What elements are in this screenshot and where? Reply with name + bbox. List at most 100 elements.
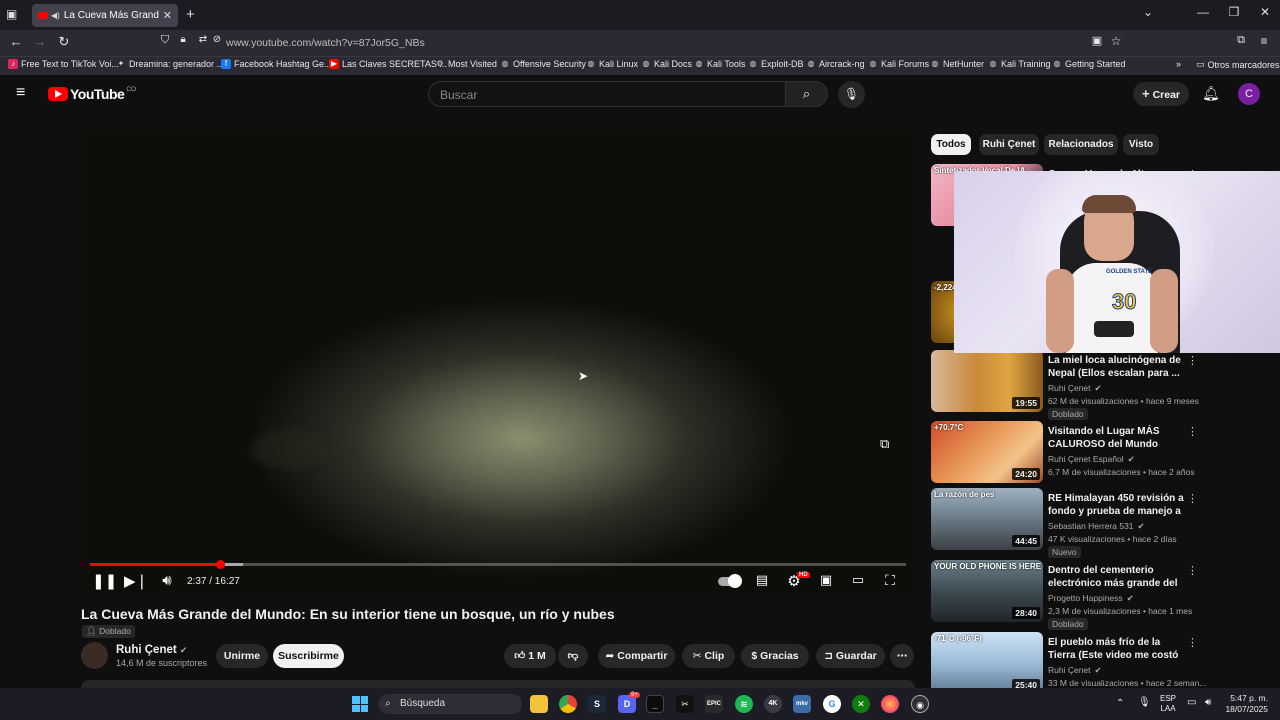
share-button[interactable]: ➦ Compartir [598, 644, 675, 668]
voice-search-button[interactable]: 🎙︎ [838, 81, 865, 108]
theater-mode-button[interactable]: ▭ [846, 572, 870, 588]
related-channel[interactable]: Progetto Happiness ✔ [1048, 593, 1134, 604]
4k-downloader-icon[interactable]: 4K [764, 695, 782, 713]
next-button[interactable]: ▶❘ [124, 572, 148, 590]
menu-icon[interactable]: ≡ [1255, 34, 1273, 48]
shield-icon[interactable]: ⛉ [156, 34, 174, 47]
firefox-icon[interactable] [881, 695, 899, 713]
volume-icon[interactable]: 🔊︎ [155, 572, 179, 589]
join-button[interactable]: Unirme [216, 644, 268, 668]
steam-icon[interactable]: S [588, 695, 606, 713]
notifications-bell-icon[interactable]: 🔔︎ [1202, 85, 1220, 102]
url-bar[interactable]: www.youtube.com/watch?v=87Jor5G_NBs [226, 37, 425, 49]
close-tab-icon[interactable]: ✕ [163, 9, 172, 22]
minimize-button[interactable]: — [1188, 5, 1218, 19]
browser-tab-active[interactable]: ◀) La Cueva Más Grande del M ✕ [32, 4, 178, 27]
miniplayer-button[interactable]: ▣ [814, 572, 838, 588]
subscribe-button[interactable]: Suscribirme [273, 644, 344, 668]
hamburger-menu-icon[interactable]: ≡ [16, 84, 25, 102]
pip-toggle-icon[interactable]: ▣ [1088, 34, 1106, 47]
bookmark-item[interactable]: ◍ Kali Docs [641, 59, 693, 69]
speaker-tray-icon[interactable]: 🔊︎ [1205, 697, 1211, 708]
media-player-icon[interactable]: mkv [793, 695, 811, 713]
related-thumbnail[interactable]: 19:55 [931, 350, 1043, 412]
taskbar-clock[interactable]: 5:47 p. m. 18/07/2025 [1222, 693, 1268, 715]
bookmark-item[interactable]: ⚙ Most Visited [435, 59, 496, 69]
xbox-icon[interactable]: ✕ [852, 695, 870, 713]
filter-chip[interactable]: Ruhi Çenet [979, 134, 1039, 155]
filter-chip[interactable]: Visto [1123, 134, 1159, 155]
other-bookmarks[interactable]: ▭ Otros marcadores [1196, 59, 1280, 70]
close-window-button[interactable]: ✕ [1250, 5, 1280, 19]
related-channel[interactable]: Sebastian Herrera 531 ✔ [1048, 521, 1145, 532]
progress-scrubber-handle[interactable] [215, 560, 225, 569]
related-thumbnail[interactable]: +70.7°C 24:20 [931, 421, 1043, 483]
filter-chip[interactable]: Relacionados [1044, 134, 1118, 155]
tray-overflow-icon[interactable]: ⌃ [1116, 698, 1124, 709]
bookmark-item[interactable]: ◍ NetHunter [930, 59, 985, 69]
related-thumbnail[interactable]: -71°C (-96°F) 25:40 [931, 632, 1043, 694]
more-options-icon[interactable]: ⋮ [1187, 636, 1198, 649]
search-input[interactable]: Buscar [428, 81, 786, 107]
more-options-icon[interactable]: ⋮ [1187, 425, 1198, 438]
fullscreen-button[interactable]: ⛶ [878, 572, 902, 589]
bookmark-item[interactable]: ✦ Dreamina: generador ... [116, 59, 224, 69]
reload-icon[interactable]: ↻ [55, 34, 73, 50]
terminal-icon[interactable]: _ [646, 695, 664, 713]
network-icon[interactable]: ▭ [1187, 697, 1196, 708]
description-box[interactable] [81, 680, 915, 688]
mic-tray-icon[interactable]: 🎙︎ [1138, 697, 1151, 708]
pause-button[interactable]: ❚❚ [92, 572, 117, 590]
speaker-icon[interactable]: ◀) [51, 11, 60, 20]
language-indicator[interactable]: ESP LAA [1160, 694, 1176, 714]
bookmark-item[interactable]: ♪ Free Text to TikTok Voi... [8, 59, 119, 69]
capcut-icon[interactable]: ✂ [676, 695, 694, 713]
video-player[interactable] [81, 129, 915, 596]
search-button[interactable]: ⌕ [786, 81, 828, 107]
bookmark-item[interactable]: ◍ Kali Training [988, 59, 1051, 69]
file-explorer-icon[interactable] [530, 695, 548, 713]
forward-arrow-icon[interactable]: → [31, 34, 49, 49]
dislike-button[interactable]: 👎︎ [558, 644, 588, 668]
bookmark-item[interactable]: ◍ Kali Forums [868, 59, 930, 69]
channel-avatar[interactable] [81, 642, 108, 669]
lock-icon[interactable]: 🔒︎ [174, 34, 192, 45]
tab-overflow-chevron-icon[interactable]: ⌄ [1133, 5, 1163, 19]
epic-games-icon[interactable]: EPIC [705, 695, 723, 713]
more-options-icon[interactable]: ⋮ [1187, 492, 1198, 505]
more-actions-button[interactable]: ⋯ [890, 644, 914, 668]
related-title[interactable]: RE Himalayan 450 revisión a fondo y prue… [1048, 492, 1188, 518]
extensions-icon[interactable]: ⧉ [1232, 34, 1250, 47]
channel-name[interactable]: Ruhi Çenet ✔ [116, 644, 187, 656]
subtitles-button[interactable]: ▤ [750, 572, 774, 588]
youtube-logo[interactable]: YouTube CO [48, 86, 136, 102]
related-channel[interactable]: Ruhi Çenet ✔ [1048, 383, 1102, 394]
bookmark-item[interactable]: ◍ Aircrack-ng [806, 59, 865, 69]
bookmark-item[interactable]: ▶ Las Claves SECRETAS ... [329, 59, 447, 69]
filter-chip[interactable]: Todos [931, 134, 971, 155]
obs-icon[interactable]: ◉ [911, 695, 929, 713]
bookmark-item[interactable]: ◍ Offensive Security [500, 59, 586, 69]
more-options-icon[interactable]: ⋮ [1187, 354, 1198, 367]
related-title[interactable]: La miel loca alucinógena de Nepal (Ellos… [1048, 354, 1188, 380]
cast-icon[interactable]: ⧉ [880, 436, 889, 452]
google-icon[interactable]: G [823, 695, 841, 713]
bookmarks-overflow-icon[interactable]: » [1176, 59, 1181, 69]
back-arrow-icon[interactable]: ← [7, 34, 25, 49]
new-tab-button[interactable]: + [186, 6, 195, 23]
account-avatar[interactable]: C [1238, 83, 1260, 105]
bookmark-item[interactable]: ◍ Exploit-DB [748, 59, 804, 69]
more-options-icon[interactable]: ⋮ [1187, 564, 1198, 577]
create-button[interactable]: + Crear [1133, 82, 1189, 106]
related-channel[interactable]: Ruhi Çenet Español ✔ [1048, 454, 1135, 465]
like-button[interactable]: 👍︎ 1 M [504, 644, 556, 668]
related-title[interactable]: Visitando el Lugar MÁS CALUROSO del Mund… [1048, 425, 1188, 451]
bookmark-item[interactable]: f Facebook Hashtag Ge... [221, 59, 332, 69]
chrome-icon[interactable] [559, 695, 577, 713]
maximize-button[interactable]: ❐ [1219, 5, 1249, 19]
thanks-button[interactable]: $ Gracias [741, 644, 809, 668]
autoplay-blocked-icon[interactable]: ⊘ [208, 34, 226, 45]
clip-button[interactable]: ✂ Clip [682, 644, 735, 668]
tab-list-icon[interactable]: ▣ [6, 7, 17, 21]
save-button[interactable]: ⊐ Guardar [816, 644, 885, 668]
